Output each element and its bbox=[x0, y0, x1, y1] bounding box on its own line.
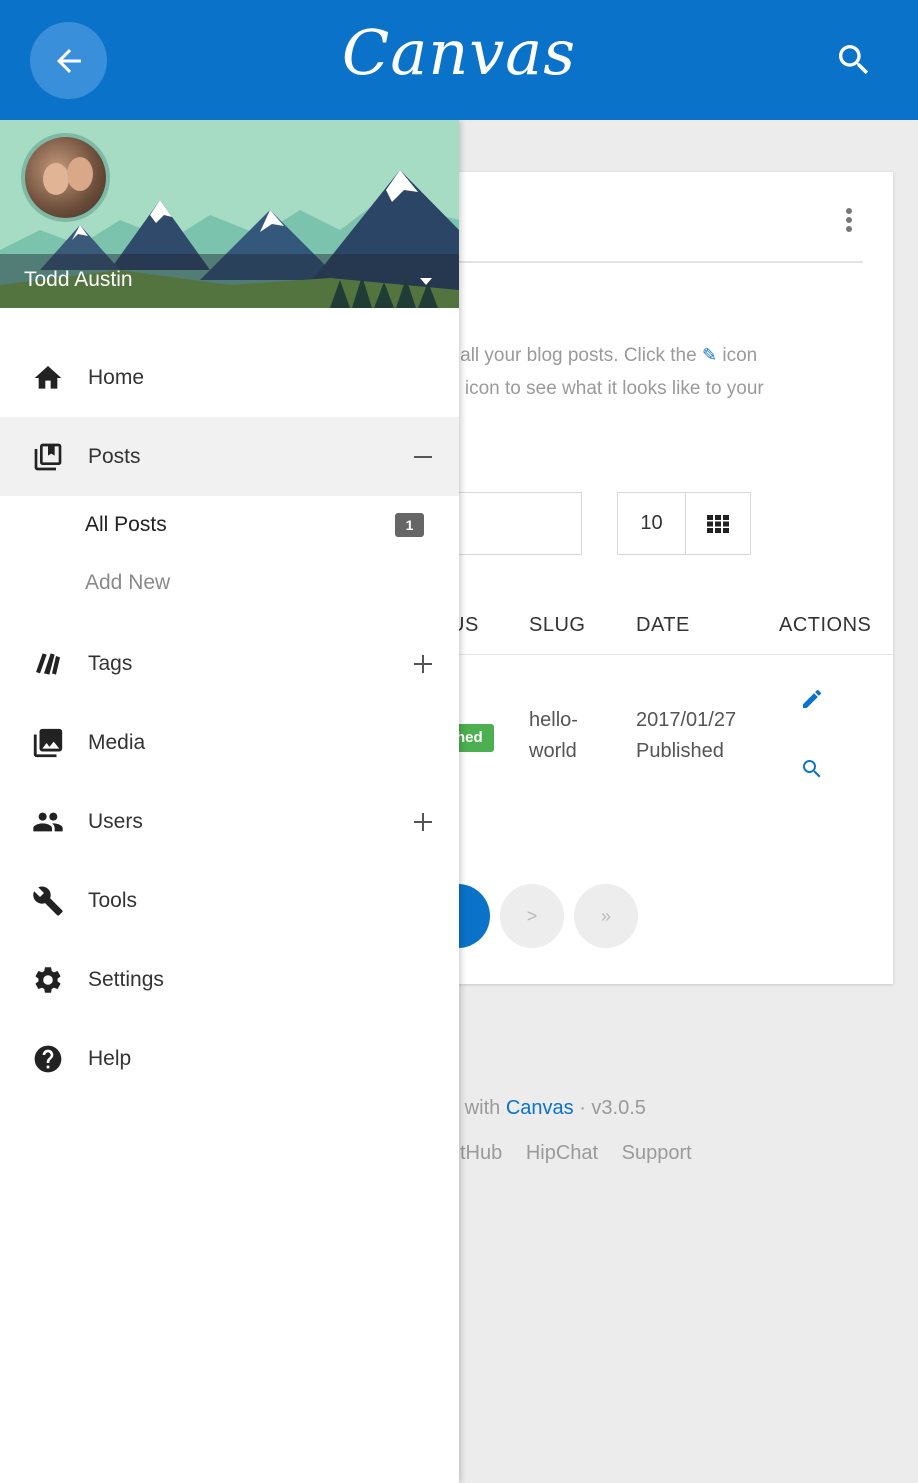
search-button[interactable] bbox=[834, 40, 874, 80]
nav-subitem-all-posts[interactable]: All Posts 1 bbox=[0, 496, 459, 554]
divider bbox=[420, 654, 893, 655]
nav-menu: Home Posts All Posts 1 Add New Tags Medi… bbox=[0, 338, 459, 1098]
collapse-icon[interactable] bbox=[409, 443, 437, 471]
app-header: Canvas bbox=[0, 0, 918, 120]
expand-icon[interactable] bbox=[409, 650, 437, 678]
nav-item-tools[interactable]: Tools bbox=[0, 861, 459, 940]
avatar[interactable] bbox=[21, 133, 110, 222]
users-icon bbox=[31, 805, 65, 839]
profile-header: Todd Austin bbox=[0, 120, 459, 308]
nav-item-tags[interactable]: Tags bbox=[0, 624, 459, 703]
canvas-link[interactable]: Canvas bbox=[506, 1097, 574, 1119]
app-logo: Canvas bbox=[341, 16, 577, 89]
github-link[interactable]: tHub bbox=[460, 1142, 502, 1164]
posts-icon bbox=[31, 440, 65, 474]
more-options-button[interactable] bbox=[841, 208, 857, 240]
per-page-control[interactable]: 10 bbox=[617, 492, 751, 555]
nav-drawer: Todd Austin Home Posts All Posts 1 Add N… bbox=[0, 120, 459, 1483]
wrench-icon bbox=[31, 884, 65, 918]
hipchat-link[interactable]: HipChat bbox=[526, 1142, 598, 1164]
more-vert-icon bbox=[846, 208, 852, 214]
tags-icon bbox=[31, 647, 65, 681]
gear-icon bbox=[31, 963, 65, 997]
media-icon bbox=[31, 726, 65, 760]
column-date[interactable]: DATE bbox=[636, 614, 690, 637]
per-page-value[interactable]: 10 bbox=[618, 493, 686, 554]
footer-credit: g with Canvas · v3.0.5 bbox=[448, 1097, 646, 1119]
search-icon bbox=[803, 760, 821, 778]
posts-description: w of all your blog posts. Click the ✎ ic… bbox=[420, 345, 764, 399]
grid-toggle-button[interactable] bbox=[686, 493, 750, 554]
nav-item-users[interactable]: Users bbox=[0, 782, 459, 861]
pencil-icon bbox=[803, 689, 822, 708]
help-icon bbox=[31, 1042, 65, 1076]
page-next-button[interactable]: > bbox=[500, 884, 564, 948]
column-actions: ACTIONS bbox=[779, 614, 872, 636]
nav-item-help[interactable]: Help bbox=[0, 1019, 459, 1098]
support-link[interactable]: Support bbox=[622, 1142, 692, 1164]
caret-down-icon[interactable] bbox=[420, 278, 432, 285]
nav-item-media[interactable]: Media bbox=[0, 703, 459, 782]
nav-item-settings[interactable]: Settings bbox=[0, 940, 459, 1019]
edit-post-button[interactable] bbox=[800, 687, 824, 711]
user-name: Todd Austin bbox=[24, 268, 133, 291]
divider bbox=[420, 261, 863, 263]
search-icon bbox=[839, 45, 869, 75]
nav-item-home[interactable]: Home bbox=[0, 338, 459, 417]
nav-item-posts[interactable]: Posts bbox=[0, 417, 459, 496]
nav-subitem-add-new[interactable]: Add New bbox=[0, 554, 459, 612]
posts-card: w of all your blog posts. Click the ✎ ic… bbox=[420, 172, 893, 984]
home-icon bbox=[31, 361, 65, 395]
pencil-icon: ✎ bbox=[701, 345, 718, 365]
page-last-button[interactable]: » bbox=[574, 884, 638, 948]
count-badge: 1 bbox=[395, 513, 424, 537]
footer-links: tHub HipChat Support bbox=[460, 1142, 710, 1165]
view-post-button[interactable] bbox=[800, 757, 824, 781]
slug-cell: hello- world bbox=[529, 709, 578, 762]
expand-icon[interactable] bbox=[409, 808, 437, 836]
date-cell: 2017/01/27 Published bbox=[636, 709, 737, 762]
column-slug[interactable]: SLUG bbox=[529, 614, 585, 637]
grid-icon bbox=[707, 514, 729, 533]
